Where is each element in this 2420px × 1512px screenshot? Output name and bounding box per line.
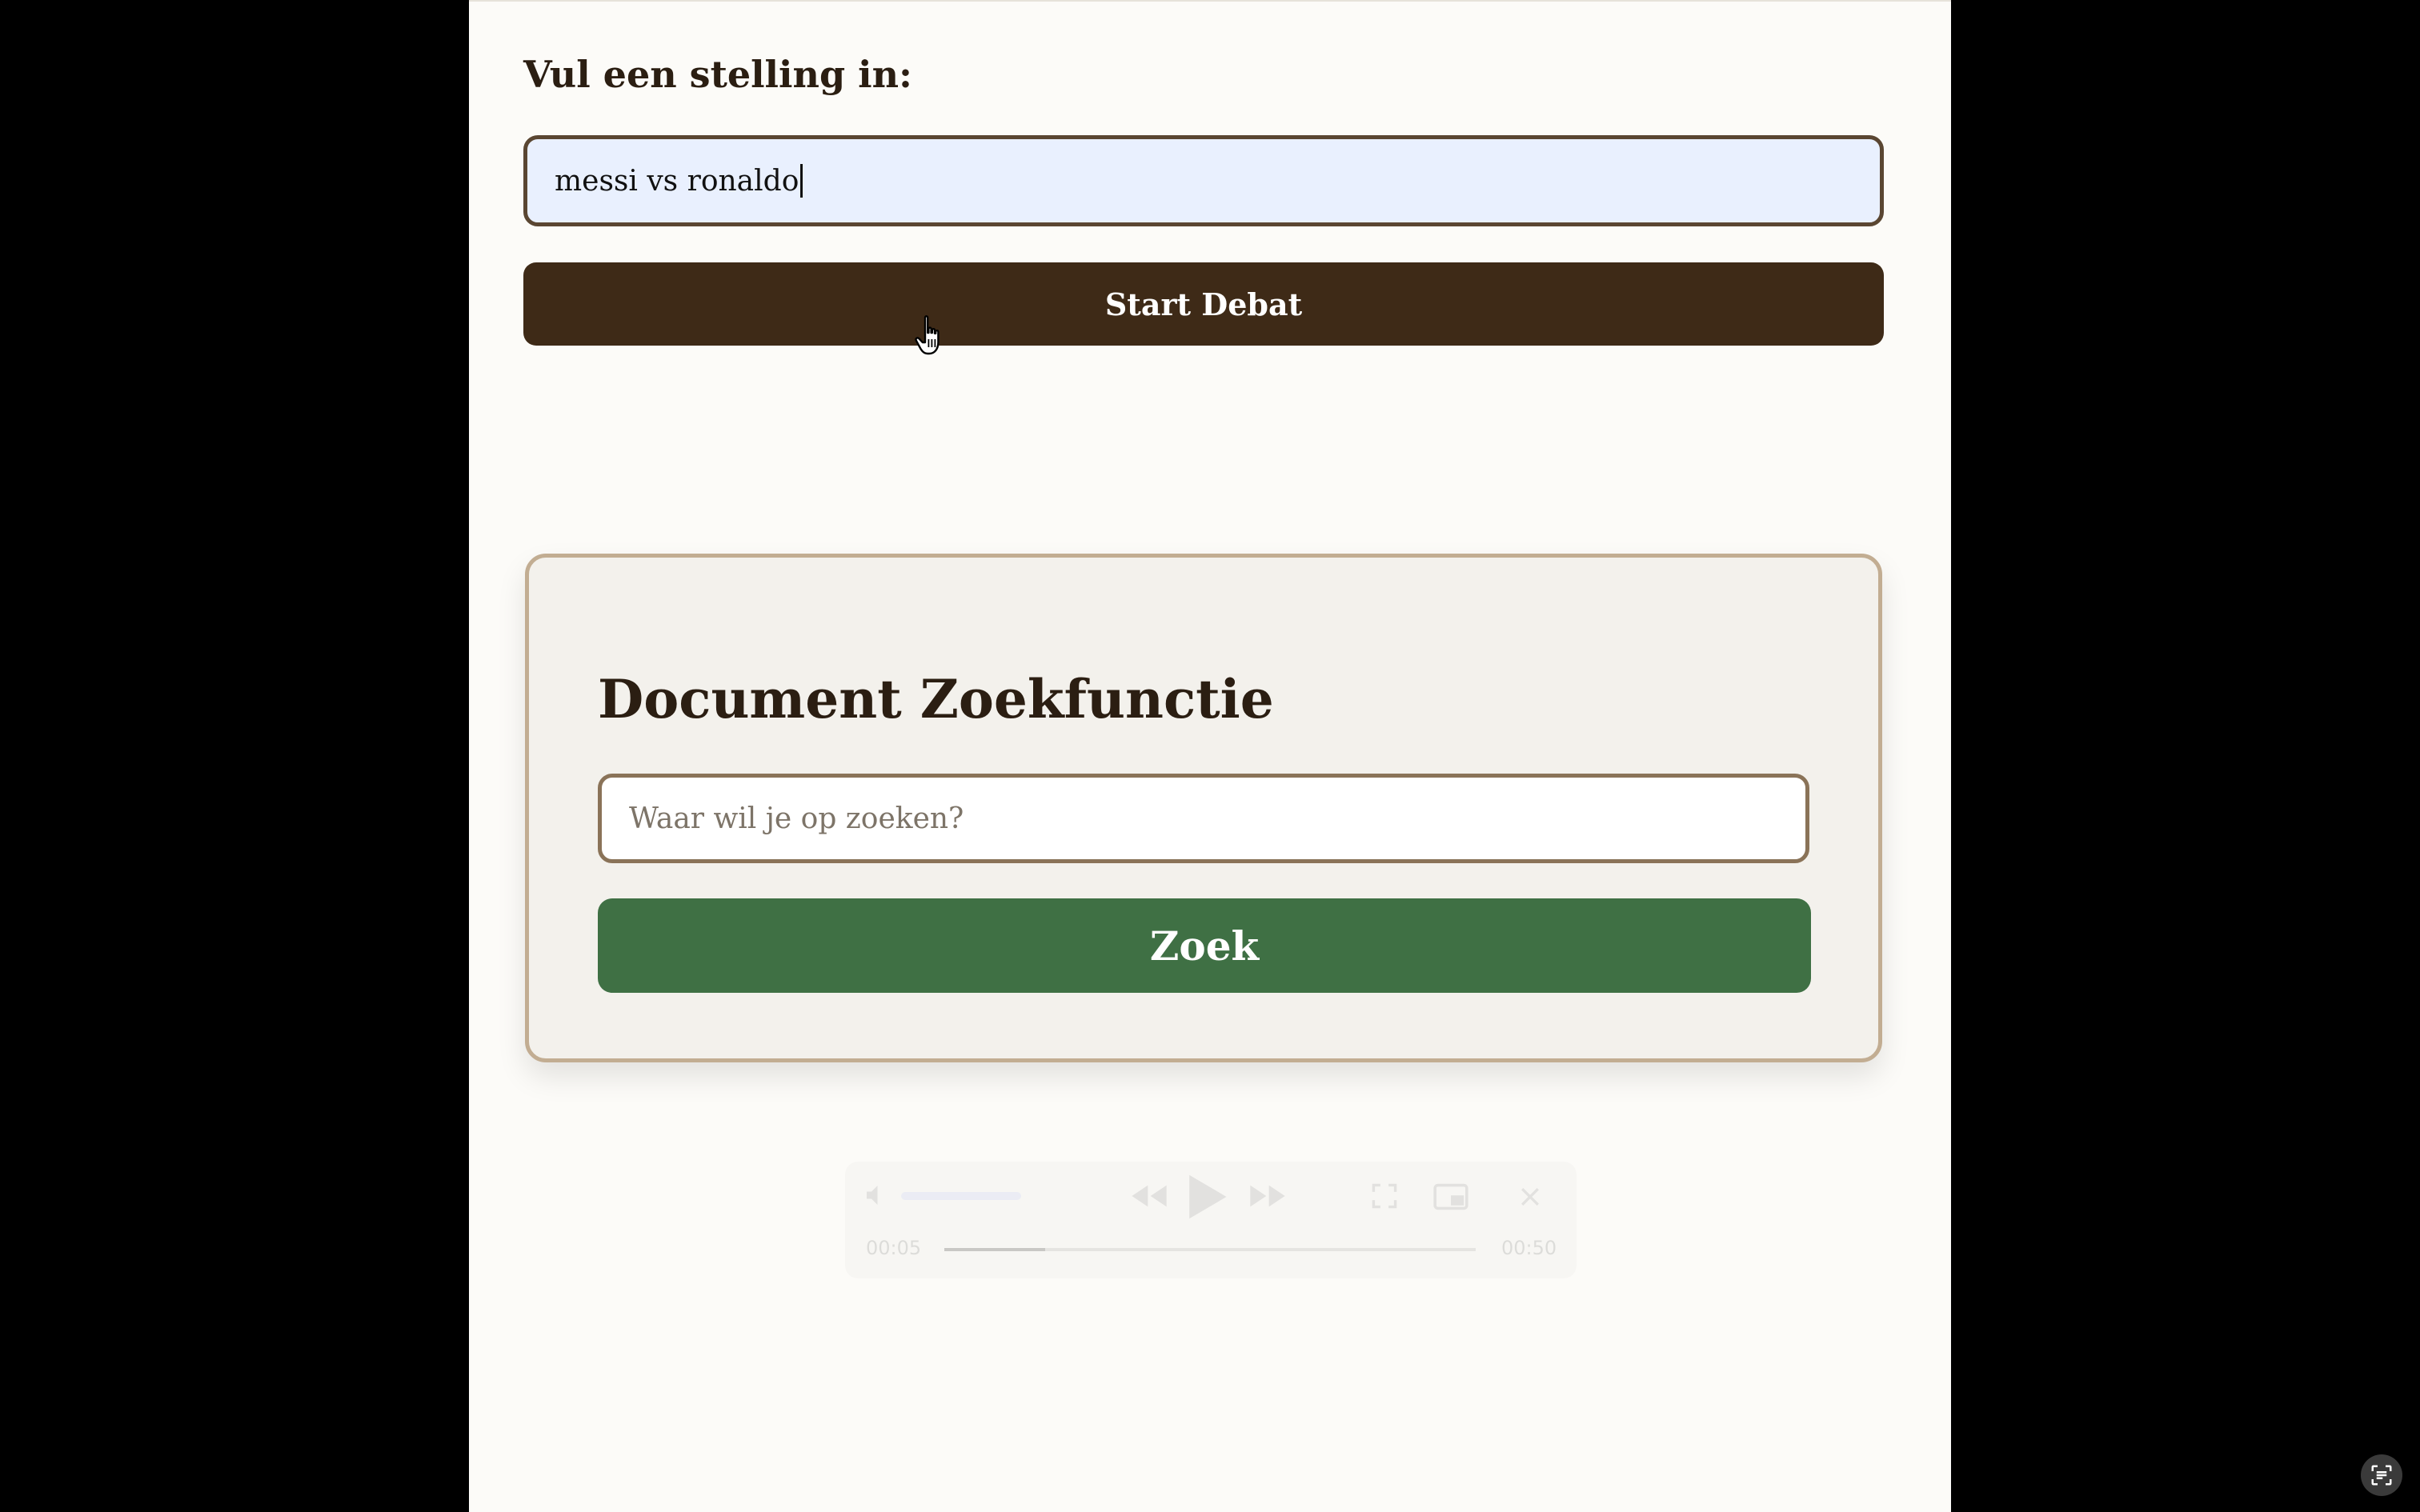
volume-icon[interactable]	[864, 1182, 893, 1208]
statement-input[interactable]: messi vs ronaldo	[523, 135, 1884, 226]
current-time: 00:05	[866, 1237, 922, 1259]
search-card-title: Document Zoekfunctie	[598, 668, 1274, 730]
picture-in-picture-icon[interactable]	[1432, 1182, 1469, 1211]
progress-fill	[944, 1248, 1045, 1251]
live-text-button[interactable]	[2361, 1454, 2402, 1496]
page-top-border	[469, 0, 1951, 2]
text-caret	[800, 164, 803, 198]
fullscreen-icon[interactable]	[1370, 1182, 1399, 1210]
rewind-icon[interactable]	[1128, 1184, 1170, 1208]
hand-pointer-cursor-icon	[915, 315, 940, 355]
document-search-card: Document Zoekfunctie Waar wil je op zoek…	[525, 554, 1882, 1062]
volume-slider[interactable]	[901, 1192, 1021, 1200]
start-debate-button[interactable]: Start Debat	[523, 262, 1884, 346]
total-time: 00:50	[1501, 1237, 1557, 1259]
play-icon[interactable]	[1184, 1173, 1229, 1221]
search-input-placeholder: Waar wil je op zoeken?	[629, 802, 964, 835]
statement-input-value: messi vs ronaldo	[555, 164, 799, 198]
search-button[interactable]: Zoek	[598, 898, 1811, 993]
media-controls-overlay: 00:05 00:50	[845, 1162, 1577, 1278]
document-search-input[interactable]: Waar wil je op zoeken?	[598, 774, 1809, 863]
fast-forward-icon[interactable]	[1247, 1184, 1288, 1208]
page: Vul een stelling in: messi vs ronaldo St…	[469, 0, 2402, 1512]
close-icon[interactable]	[1519, 1186, 1541, 1208]
statement-label: Vul een stelling in:	[523, 53, 913, 96]
live-text-icon	[2371, 1465, 2392, 1486]
